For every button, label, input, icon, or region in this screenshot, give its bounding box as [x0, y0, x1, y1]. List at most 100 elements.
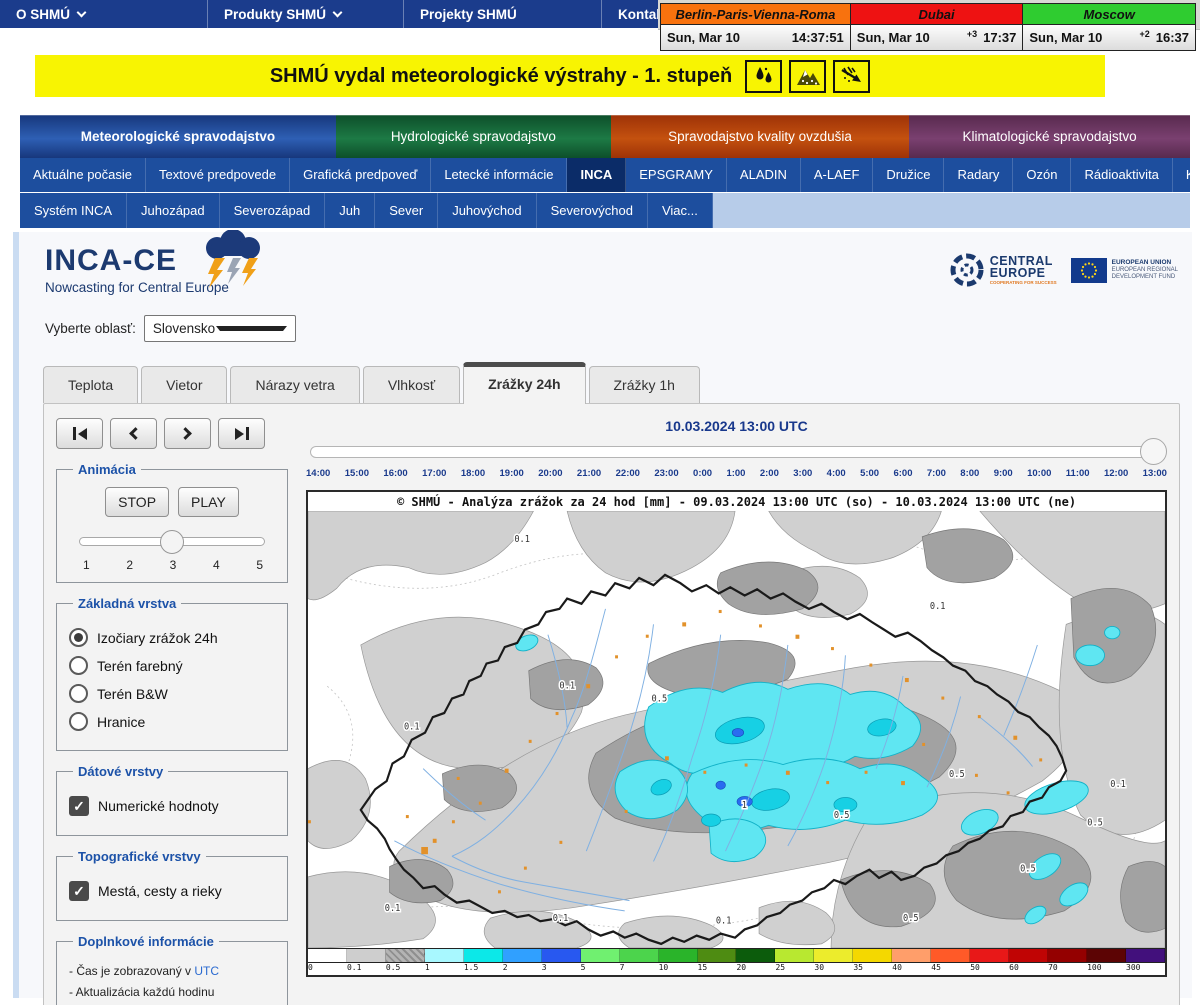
scale-label-25: 25 — [775, 963, 814, 975]
time-slider — [310, 446, 1163, 458]
sub-nav-item-inca[interactable]: INCA — [567, 158, 626, 192]
product-tab-vietor[interactable]: Vietor — [141, 366, 227, 403]
contour-value-label: 0.1 — [930, 602, 946, 612]
time-tick-10-00: 10:00 — [1027, 468, 1051, 479]
scale-seg-1-5 — [464, 949, 503, 962]
inca-panel: Animácia STOP PLAY 12345 Základná vrstva… — [43, 403, 1180, 1005]
base-layer-option-ter-n-b-w[interactable]: Terén B&W — [69, 684, 275, 703]
radio-ter-n-farebn[interactable] — [69, 656, 88, 675]
scale-seg-10 — [659, 949, 698, 962]
previous-frame-icon — [129, 427, 142, 440]
area-select[interactable]: Slovensko — [144, 315, 296, 342]
previous-frame-button[interactable] — [110, 418, 157, 449]
base-layer-option-izo-iary-zr-ok-24h[interactable]: Izočiary zrážok 24h — [69, 628, 275, 647]
product-tab-n-razy-vetra[interactable]: Nárazy vetra — [230, 366, 359, 403]
scale-seg-0-5 — [386, 949, 425, 962]
eu-line1: EUROPEAN UNION — [1112, 259, 1178, 266]
sub-nav-item-textov-predpovede[interactable]: Textové predpovede — [146, 158, 290, 192]
radio-izo-iary-zr-ok-24h[interactable] — [69, 628, 88, 647]
region-nav-item-juhoz-pad[interactable]: Juhozápad — [127, 193, 220, 228]
map-column: 10.03.2024 13:00 UTC 14:0015:0016:0017:0… — [306, 418, 1167, 994]
scale-seg-0-1 — [347, 949, 386, 962]
speed-label-3: 3 — [170, 558, 177, 572]
checkbox-numerick-hodnoty[interactable]: ✓ — [69, 796, 89, 816]
time-tick-11-00: 11:00 — [1066, 468, 1090, 479]
checkbox-mest-cesty-a-rieky[interactable]: ✓ — [69, 881, 89, 901]
radio-hranice[interactable] — [69, 712, 88, 731]
sub-nav-item-grafick-predpove[interactable]: Grafická predpoveď — [290, 158, 431, 192]
top-nav-item-produkty-shm[interactable]: Produkty SHMÚ — [208, 0, 404, 28]
sub-nav-item-aktu-lne-po-asie[interactable]: Aktuálne počasie — [20, 158, 146, 192]
main-tab-klimatologick-spravodajstvo[interactable]: Klimatologické spravodajstvo — [909, 115, 1190, 158]
time-tick-9-00: 9:00 — [994, 468, 1013, 479]
rain-warning-icon[interactable] — [745, 60, 782, 93]
sub-nav-item-epsgramy[interactable]: EPSGRAMY — [626, 158, 727, 192]
top-nav-item-projekty-shm[interactable]: Projekty SHMÚ — [404, 0, 602, 28]
utc-link[interactable]: UTC — [194, 964, 219, 978]
sub-nav-item-a-laef[interactable]: A-LAEF — [801, 158, 874, 192]
next-frame-button[interactable] — [164, 418, 211, 449]
product-tab-zr-ky-24h[interactable]: Zrážky 24h — [463, 362, 585, 404]
play-button[interactable]: PLAY — [178, 487, 239, 517]
scale-seg-40 — [892, 949, 931, 962]
animation-speed-slider[interactable] — [79, 537, 265, 546]
last-frame-icon — [235, 428, 244, 440]
first-frame-button[interactable] — [56, 418, 103, 449]
region-nav-item-viac[interactable]: Viac... — [648, 193, 713, 228]
radio-ter-n-b-w[interactable] — [69, 684, 88, 703]
layer-option-numerick-hodnoty[interactable]: ✓Numerické hodnoty — [69, 796, 275, 816]
inca-region-nav: Systém INCAJuhozápadSeverozápadJuhSeverJ… — [20, 193, 1190, 228]
contour-value-label: 0.1 — [559, 681, 575, 691]
sub-nav-item-oz-n[interactable]: Ozón — [1013, 158, 1071, 192]
sub-nav-item-aladin[interactable]: ALADIN — [727, 158, 801, 192]
radio-label: Izočiary zrážok 24h — [97, 630, 218, 646]
region-nav-item-syst-m-inca[interactable]: Systém INCA — [20, 193, 127, 228]
base-layer-option-hranice[interactable]: Hranice — [69, 712, 275, 731]
main-tab-spravodajstvo-kvality-ovzdu-ia[interactable]: Spravodajstvo kvality ovzdušia — [611, 115, 909, 158]
product-tab-vlhkos[interactable]: Vlhkosť — [363, 366, 460, 403]
scale-seg-50 — [970, 949, 1009, 962]
scale-label-40: 40 — [892, 963, 931, 975]
time-slider-handle[interactable] — [1140, 438, 1167, 465]
contour-value-label: 0.5 — [652, 694, 668, 704]
region-nav-item-sever[interactable]: Sever — [375, 193, 438, 228]
last-frame-icon — [246, 427, 249, 440]
contour-value-label: 0.5 — [903, 914, 919, 924]
warning-banner-text[interactable]: SHMÚ vydal meteorologické výstrahy - 1. … — [270, 65, 732, 88]
time-slider-track[interactable] — [310, 446, 1163, 458]
region-nav-item-severov-chod[interactable]: Severovýchod — [537, 193, 648, 228]
speed-label-5: 5 — [256, 558, 263, 572]
animation-speed-handle[interactable] — [160, 530, 184, 554]
last-frame-button[interactable] — [218, 418, 265, 449]
base-layer-option-ter-n-farebn[interactable]: Terén farebný — [69, 656, 275, 675]
layer-option-mest-cesty-a-rieky[interactable]: ✓Mestá, cesty a rieky — [69, 881, 275, 901]
animation-speed-labels: 12345 — [83, 558, 263, 572]
content-area: INCA-CE Nowcasting for Central Europe CE… — [13, 232, 1192, 998]
scale-label-5: 5 — [581, 963, 620, 975]
first-frame-icon — [73, 427, 76, 440]
region-nav-item-severoz-pad[interactable]: Severozápad — [220, 193, 326, 228]
main-tab-meteorologick-spravodajstvo[interactable]: Meteorologické spravodajstvo — [20, 115, 336, 158]
contour-value-label: 0.1 — [1110, 780, 1126, 790]
controls-column: Animácia STOP PLAY 12345 Základná vrstva… — [56, 418, 288, 994]
stop-button[interactable]: STOP — [105, 487, 169, 517]
product-tab-zr-ky-1h[interactable]: Zrážky 1h — [589, 366, 700, 403]
time-tick-19-00: 19:00 — [500, 468, 524, 479]
sub-nav-item-kamery[interactable]: Kamery — [1173, 158, 1200, 192]
sub-nav-item-dru-ice[interactable]: Družice — [873, 158, 944, 192]
sub-nav-item-r-dioaktivita[interactable]: Rádioaktivita — [1071, 158, 1172, 192]
time-tick-8-00: 8:00 — [960, 468, 979, 479]
avalanche-warning-icon[interactable] — [789, 60, 826, 93]
region-nav-item-juhov-chod[interactable]: Juhovýchod — [438, 193, 536, 228]
sub-nav-item-leteck-inform-cie[interactable]: Letecké informácie — [431, 158, 567, 192]
snowdrift-warning-icon[interactable] — [833, 60, 870, 93]
main-tab-hydrologick-spravodajstvo[interactable]: Hydrologické spravodajstvo — [336, 115, 611, 158]
region-nav-item-juh[interactable]: Juh — [325, 193, 375, 228]
topo-layers-fieldset: Topografické vrstvy ✓Mestá, cesty a riek… — [56, 849, 288, 921]
scale-label-1: 1 — [425, 963, 464, 975]
sub-nav-item-radary[interactable]: Radary — [944, 158, 1013, 192]
product-tab-teplota[interactable]: Teplota — [43, 366, 138, 403]
scale-label-35: 35 — [853, 963, 892, 975]
clock-city-name: Berlin-Paris-Vienna-Roma — [661, 4, 850, 25]
top-nav-item-o-shm[interactable]: O SHMÚ — [0, 0, 208, 28]
